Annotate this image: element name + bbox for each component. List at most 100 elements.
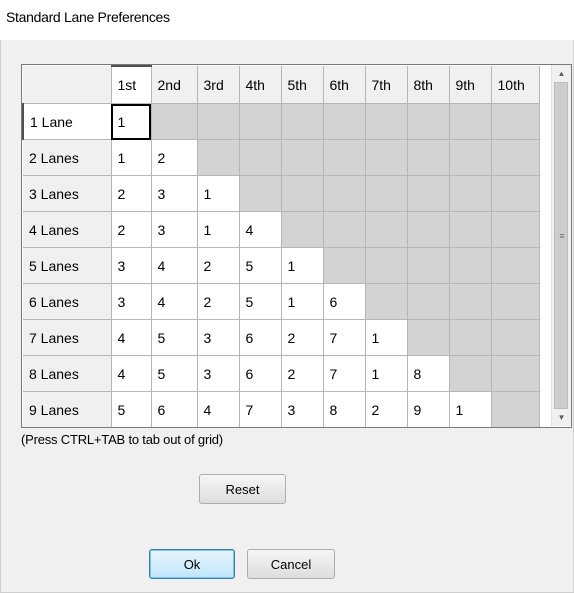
grid-cell-disabled (491, 355, 540, 392)
grid-row: 2 Lanes 1 2 (23, 139, 540, 176)
grid-cell[interactable]: 2 (197, 247, 240, 284)
grid-cell[interactable]: 1 (111, 139, 152, 176)
grid-cell[interactable]: 1 (449, 391, 492, 427)
grid-cell-disabled (239, 175, 282, 212)
grid-cell[interactable]: 1 (365, 355, 408, 392)
column-header-5th: 5th (281, 66, 324, 104)
column-header-7th: 7th (365, 66, 408, 104)
grid-cell-disabled (281, 103, 324, 140)
grid-cell[interactable]: 1 (365, 319, 408, 356)
grid-cell[interactable]: 3 (281, 391, 324, 427)
grid-cell-disabled (407, 283, 450, 320)
grid-cell[interactable]: 6 (151, 391, 198, 427)
grid-cell-disabled (407, 319, 450, 356)
grid-cell[interactable]: 4 (151, 247, 198, 284)
column-header-1st: 1st (111, 65, 152, 104)
grid-cell[interactable]: 2 (365, 391, 408, 427)
grid-cell[interactable]: 5 (239, 283, 282, 320)
grip-icon: ≡ (559, 231, 565, 241)
row-header: 8 Lanes (23, 355, 112, 392)
grid-cell[interactable]: 3 (111, 247, 152, 284)
row-header: 7 Lanes (23, 319, 112, 356)
grid-cell-disabled (365, 247, 408, 284)
grid-cell-disabled (491, 391, 540, 427)
grid-cell[interactable]: 3 (111, 283, 152, 320)
lane-preferences-grid: 1st 2nd 3rd 4th 5th 6th 7th 8th 9th 10th 1 Lane 1 2 … (22, 65, 540, 427)
reset-button[interactable]: Reset (199, 474, 286, 504)
grid-cell[interactable]: 3 (197, 355, 240, 392)
grid-cell[interactable]: 1 (197, 175, 240, 212)
grid-cell-disabled (281, 139, 324, 176)
grid-cell-disabled (365, 103, 408, 140)
grid-cell-disabled (491, 175, 540, 212)
grid-cell[interactable]: 6 (239, 319, 282, 356)
column-header-10th: 10th (491, 66, 540, 104)
grid-cell[interactable]: 6 (323, 283, 366, 320)
grid-row: 3 Lanes 2 3 1 (23, 175, 540, 212)
row-header: 2 Lanes (23, 139, 112, 176)
ok-button[interactable]: Ok (149, 549, 235, 579)
grid-cell-disabled (407, 103, 450, 140)
grid-row: 4 Lanes 2 3 1 4 (23, 211, 540, 248)
row-header: 1 Lane (22, 103, 112, 140)
row-header: 4 Lanes (23, 211, 112, 248)
grid-cell[interactable]: 2 (197, 283, 240, 320)
scrollbar-thumb[interactable]: ≡ (554, 82, 568, 409)
grid-cell[interactable]: 1 (281, 283, 324, 320)
grid-cell[interactable]: 6 (239, 355, 282, 392)
row-header: 3 Lanes (23, 175, 112, 212)
grid-cell[interactable]: 1 (281, 247, 324, 284)
grid-cell-disabled (449, 175, 492, 212)
scroll-down-icon[interactable]: ▼ (552, 409, 571, 426)
grid-cell-disabled (491, 319, 540, 356)
grid-cell[interactable]: 2 (151, 139, 198, 176)
grid-cell[interactable]: 2 (111, 211, 152, 248)
grid-cell[interactable]: 2 (281, 355, 324, 392)
column-header-9th: 9th (449, 66, 492, 104)
grid-cell[interactable]: 4 (239, 211, 282, 248)
grid-cell[interactable]: 8 (407, 355, 450, 392)
grid-cell-disabled (491, 139, 540, 176)
grid-cell[interactable]: 5 (111, 391, 152, 427)
grid-cell[interactable]: 3 (197, 319, 240, 356)
grid-cell-disabled (151, 103, 198, 140)
grid-cell[interactable]: 4 (197, 391, 240, 427)
grid-cell[interactable]: 5 (151, 319, 198, 356)
lane-grid-frame: 1st 2nd 3rd 4th 5th 6th 7th 8th 9th 10th 1 Lane 1 2 … (21, 64, 572, 428)
grid-cell[interactable]: 1 (111, 103, 152, 140)
grid-cell-disabled (449, 211, 492, 248)
grid-cell-disabled (323, 247, 366, 284)
cancel-button[interactable]: Cancel (247, 549, 335, 579)
column-header-3rd: 3rd (197, 66, 240, 104)
grid-cell-disabled (323, 139, 366, 176)
grid-vertical-scrollbar[interactable]: ▲ ≡ ▼ (551, 65, 571, 426)
column-header-2nd: 2nd (151, 66, 198, 104)
grid-cell[interactable]: 3 (151, 211, 198, 248)
grid-cell[interactable]: 7 (239, 391, 282, 427)
grid-cell[interactable]: 4 (111, 355, 152, 392)
grid-cell[interactable]: 5 (151, 355, 198, 392)
grid-cell[interactable]: 9 (407, 391, 450, 427)
grid-cell[interactable]: 8 (323, 391, 366, 427)
grid-cell[interactable]: 2 (281, 319, 324, 356)
grid-cell-disabled (407, 211, 450, 248)
grid-cell-disabled (197, 103, 240, 140)
grid-cell-disabled (491, 103, 540, 140)
column-header-4th: 4th (239, 66, 282, 104)
grid-row: 7 Lanes 4 5 3 6 2 7 1 (23, 319, 540, 356)
grid-cell[interactable]: 1 (197, 211, 240, 248)
row-header: 6 Lanes (23, 283, 112, 320)
grid-cell[interactable]: 7 (323, 355, 366, 392)
scroll-up-icon[interactable]: ▲ (552, 65, 571, 82)
grid-cell-disabled (323, 175, 366, 212)
grid-cell-disabled (365, 211, 408, 248)
grid-cell-disabled (323, 103, 366, 140)
grid-cell[interactable]: 5 (239, 247, 282, 284)
grid-cell[interactable]: 4 (151, 283, 198, 320)
grid-cell-disabled (239, 139, 282, 176)
grid-cell-disabled (281, 211, 324, 248)
grid-cell[interactable]: 3 (151, 175, 198, 212)
grid-cell[interactable]: 4 (111, 319, 152, 356)
grid-cell[interactable]: 2 (111, 175, 152, 212)
grid-cell[interactable]: 7 (323, 319, 366, 356)
